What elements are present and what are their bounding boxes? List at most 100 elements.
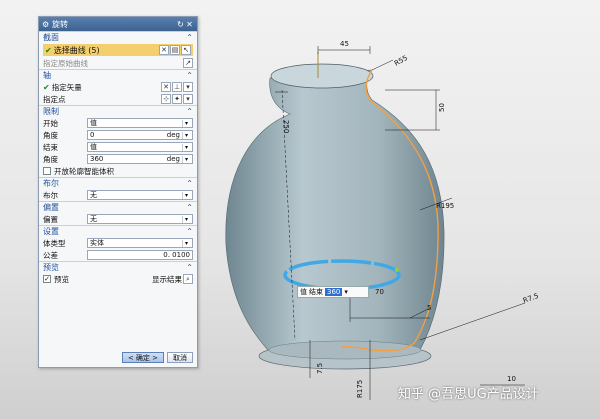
chevron-up-icon[interactable]: ⌃: [186, 179, 193, 188]
chevron-down-icon[interactable]: ▾: [183, 82, 193, 92]
chevron-down-icon[interactable]: ▾: [182, 119, 190, 127]
vector-icon[interactable]: ⊥: [172, 82, 182, 92]
chevron-down-icon[interactable]: ▾: [182, 131, 190, 139]
boolean-row: 布尔 无 ▾: [39, 189, 197, 201]
start-mode-select[interactable]: 值 ▾: [87, 118, 193, 128]
origin-curve-row[interactable]: 指定原始曲线 ↗: [39, 57, 197, 69]
vector-row[interactable]: ✔ 指定矢量 ✕ ⊥ ▾: [39, 81, 197, 93]
section-boolean[interactable]: 布尔 ⌃: [39, 177, 197, 189]
end-label: 结束: [43, 142, 58, 152]
preview-row: ✓ 预览 显示结果 ⌕: [39, 273, 197, 285]
close-icon[interactable]: ✕: [185, 20, 194, 29]
point-icon[interactable]: ✦: [172, 94, 182, 104]
dim-r195[interactable]: R195: [436, 202, 454, 210]
dim-250[interactable]: 250: [282, 120, 290, 133]
reverse-icon[interactable]: ✕: [161, 82, 171, 92]
chevron-up-icon[interactable]: ⌃: [186, 33, 193, 42]
section-title-offset: 偏置: [43, 203, 59, 212]
start-angle-row: 角度 0 deg ▾: [39, 129, 197, 141]
end-angle-input[interactable]: 360 deg ▾: [87, 154, 193, 164]
chevron-up-icon[interactable]: ⌃: [186, 107, 193, 116]
gear-icon[interactable]: ⚙: [42, 20, 52, 29]
body-type-label: 体类型: [43, 238, 66, 248]
chevron-down-icon[interactable]: ▾: [183, 94, 193, 104]
magnifier-icon[interactable]: ⌕: [183, 274, 193, 284]
chevron-down-icon[interactable]: ▾: [182, 239, 190, 247]
dim-70[interactable]: 70: [375, 288, 384, 296]
section-limits[interactable]: 限制 ⌃: [39, 105, 197, 117]
start-angle-label: 角度: [43, 130, 58, 140]
section-axis[interactable]: 轴 ⌃: [39, 69, 197, 81]
start-angle-input[interactable]: 0 deg ▾: [87, 130, 193, 140]
select-curve-label: 选择曲线 (5): [53, 45, 100, 55]
origin-curve-label: 指定原始曲线: [43, 58, 88, 68]
section-title-axis: 轴: [43, 71, 51, 80]
show-result-label[interactable]: 显示结果: [152, 274, 182, 285]
chevron-down-icon[interactable]: ▾: [182, 155, 190, 163]
start-angle-value[interactable]: 0: [90, 131, 160, 139]
ok-button[interactable]: < 确定 >: [121, 352, 164, 363]
popup-mode[interactable]: 值: [300, 287, 307, 297]
dim-50[interactable]: 50: [438, 103, 446, 112]
boolean-select[interactable]: 无 ▾: [87, 190, 193, 200]
vase-top-opening: [270, 63, 374, 89]
dim-7-5[interactable]: 7.5: [316, 363, 324, 374]
end-angle-unit: deg: [166, 155, 180, 163]
tolerance-value[interactable]: 0. 0100: [163, 251, 190, 259]
section-settings[interactable]: 设置 ⌃: [39, 225, 197, 237]
section-section[interactable]: 截面 ⌃: [39, 31, 197, 43]
section-preview[interactable]: 预览 ⌃: [39, 261, 197, 273]
body-type-select[interactable]: 实体 ▾: [87, 238, 193, 248]
watermark: 知乎 @吾思UG产品设计: [398, 387, 539, 402]
chevron-up-icon[interactable]: ⌃: [186, 71, 193, 80]
check-icon: ✔: [45, 45, 52, 55]
section-title-preview: 预览: [43, 263, 59, 272]
sketch-icon[interactable]: ▤: [170, 45, 180, 55]
point-label: 指定点: [43, 94, 66, 104]
chevron-down-icon[interactable]: ▾: [182, 215, 190, 223]
chevron-up-icon[interactable]: ⌃: [186, 263, 193, 272]
chevron-down-icon[interactable]: ▾: [344, 288, 348, 296]
end-mode-select[interactable]: 值 ▾: [87, 142, 193, 152]
end-angle-row: 角度 360 deg ▾: [39, 153, 197, 165]
body-type-value: 实体: [90, 239, 104, 247]
dialog-titlebar[interactable]: ⚙ 旋转 ↻ ✕: [39, 17, 197, 31]
body-type-row: 体类型 实体 ▾: [39, 237, 197, 249]
dim-10[interactable]: 10: [507, 375, 516, 383]
select-curve-row[interactable]: ✔ 选择曲线 (5) ✕ ▤ ↖: [43, 44, 193, 56]
open-profile-row[interactable]: 开放轮廓智能体积: [39, 165, 197, 177]
dialog-title: 旋转: [52, 19, 68, 29]
vase-body[interactable]: [225, 69, 445, 351]
popup-value[interactable]: 360: [325, 288, 343, 296]
chevron-up-icon[interactable]: ⌃: [186, 203, 193, 212]
boolean-label: 布尔: [43, 190, 58, 200]
dim-5[interactable]: 5: [427, 304, 431, 312]
offset-select[interactable]: 无 ▾: [87, 214, 193, 224]
origin-curve-icon[interactable]: ↗: [183, 58, 193, 68]
dim-r175[interactable]: R175: [356, 380, 364, 398]
end-angle-value[interactable]: 360: [90, 155, 160, 163]
point-constructor-icon[interactable]: ⊹: [161, 94, 171, 104]
reset-icon[interactable]: ↻: [176, 20, 185, 29]
cancel-button[interactable]: 取消: [167, 352, 193, 363]
dim-r55[interactable]: R55: [393, 54, 409, 68]
end-angle-popup[interactable]: 值 结束 360 ▾: [297, 286, 369, 298]
curve-rule-icon[interactable]: ✕: [159, 45, 169, 55]
handle-point[interactable]: [395, 268, 399, 272]
point-row[interactable]: 指定点 ⊹ ✦ ▾: [39, 93, 197, 105]
dialog-footer: < 确定 > 取消: [121, 352, 193, 363]
open-profile-checkbox[interactable]: [43, 167, 51, 175]
offset-value: 无: [90, 215, 97, 223]
start-angle-unit: deg: [166, 131, 180, 139]
chevron-down-icon[interactable]: ▾: [182, 143, 190, 151]
preview-checkbox[interactable]: ✓: [43, 275, 51, 283]
dim-45[interactable]: 45: [340, 40, 349, 48]
section-offset[interactable]: 偏置 ⌃: [39, 201, 197, 213]
tolerance-input[interactable]: 0. 0100: [87, 250, 193, 260]
dim-r75[interactable]: R7.5: [522, 292, 540, 305]
chevron-down-icon[interactable]: ▾: [182, 191, 190, 199]
chevron-up-icon[interactable]: ⌃: [186, 227, 193, 236]
curve-select-icon[interactable]: ↖: [181, 45, 191, 55]
popup-label: 结束: [309, 288, 323, 296]
start-row: 开始 值 ▾: [39, 117, 197, 129]
